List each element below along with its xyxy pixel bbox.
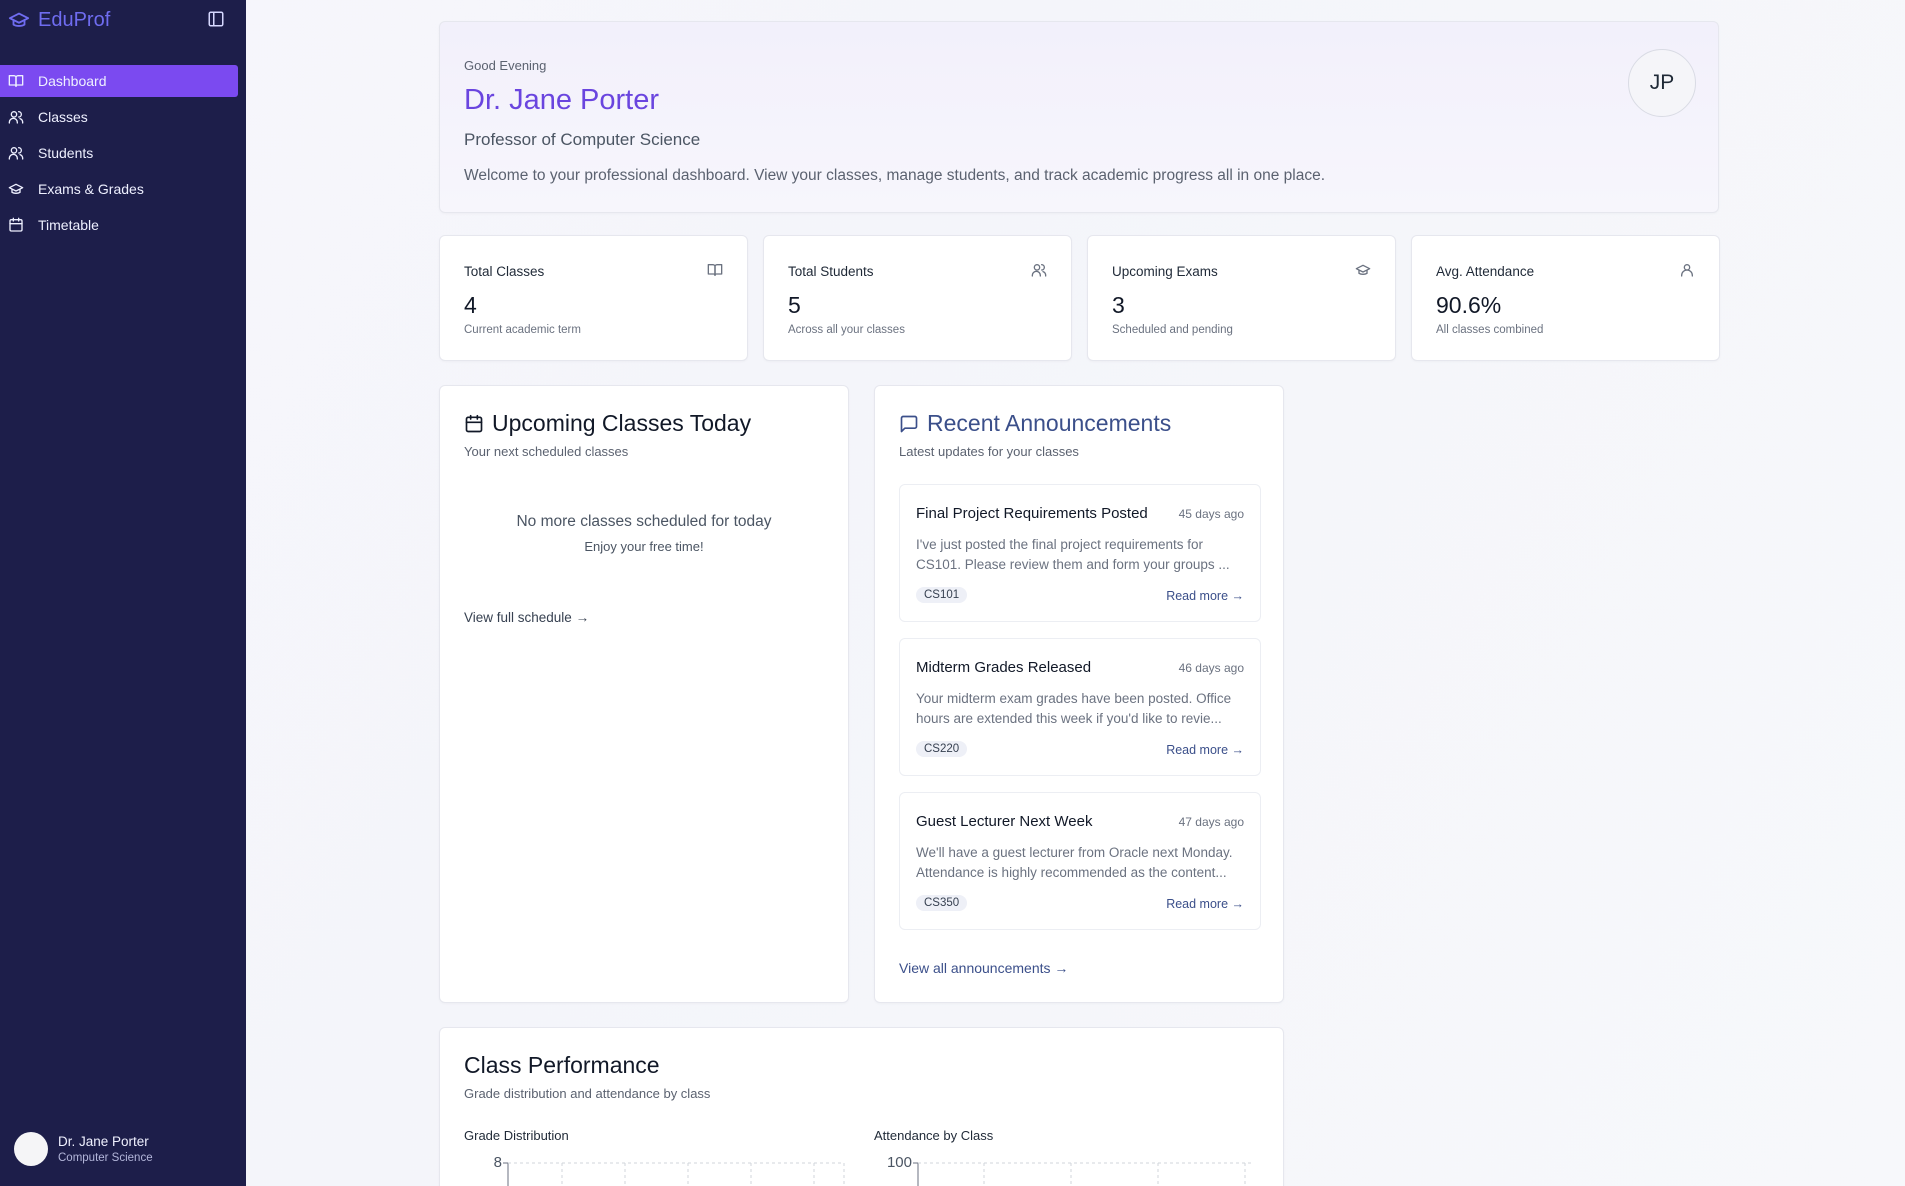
performance-title: Class Performance: [464, 1052, 660, 1078]
class-performance-card: Class Performance Grade distribution and…: [439, 1027, 1284, 1186]
stat-label: Total Students: [788, 264, 874, 279]
announcement-title: Guest Lecturer Next Week: [916, 813, 1093, 830]
user-department: Computer Science: [58, 1152, 153, 1164]
graduation-cap-icon: [8, 12, 30, 27]
welcome-card: Good Evening Dr. Jane Porter Professor o…: [439, 21, 1719, 213]
stat-sub: All classes combined: [1436, 324, 1544, 336]
stat-card-upcoming-exams: Upcoming Exams 3 Scheduled and pending: [1087, 235, 1396, 361]
stat-value: 5: [788, 292, 801, 318]
sidebar-user[interactable]: Dr. Jane Porter Computer Science: [14, 1132, 153, 1166]
avatar[interactable]: JP: [1628, 49, 1696, 117]
sidebar-item-label: Students: [38, 145, 94, 161]
stat-sub: Current academic term: [464, 324, 581, 336]
sidebar-item-label: Exams & Grades: [38, 181, 144, 197]
stat-label: Total Classes: [464, 264, 545, 279]
read-more-link[interactable]: Read more →: [1166, 897, 1244, 911]
sidebar-item-dashboard[interactable]: Dashboard: [0, 65, 238, 97]
stat-card-avg-attendance: Avg. Attendance 90.6% All classes combin…: [1411, 235, 1720, 361]
stat-value: 90.6%: [1436, 292, 1502, 318]
upcoming-title: Upcoming Classes Today: [492, 410, 752, 436]
brand[interactable]: EduProf: [8, 8, 110, 32]
users-icon: [8, 147, 24, 160]
empty-state-sub: Enjoy your free time!: [584, 539, 704, 554]
brand-name: EduProf: [38, 8, 111, 31]
calendar-icon: [465, 414, 483, 432]
panel-title: Recent Announcements: [899, 410, 1171, 437]
announcement-item[interactable]: Guest Lecturer Next Week 47 days ago We'…: [899, 792, 1261, 930]
announcement-item[interactable]: Final Project Requirements Posted 45 day…: [899, 484, 1261, 622]
announcement-item[interactable]: Midterm Grades Released 46 days ago Your…: [899, 638, 1261, 776]
class-tag: CS101: [916, 587, 968, 603]
announcement-title: Midterm Grades Released: [916, 659, 1092, 676]
empty-state-title: No more classes scheduled for today: [516, 513, 772, 530]
view-all-announcements-link[interactable]: View all announcements →: [899, 960, 1068, 976]
sidebar-toggle-button[interactable]: [207, 10, 225, 28]
welcome-text: Welcome to your professional dashboard. …: [464, 167, 1325, 184]
attendance-axis-tick: 100: [887, 1154, 912, 1171]
sidebar: EduProf Dashboard Classes Students Exams…: [0, 0, 246, 1186]
grade-axis-tick: 8: [494, 1154, 502, 1171]
grade-distribution-chart: 8: [494, 1154, 845, 1186]
stat-value: 4: [464, 292, 477, 318]
announcement-title: Final Project Requirements Posted: [916, 505, 1148, 522]
stat-sub: Scheduled and pending: [1112, 324, 1233, 336]
performance-subtitle: Grade distribution and attendance by cla…: [464, 1086, 711, 1101]
announcement-date: 46 days ago: [1178, 661, 1244, 675]
read-more-link[interactable]: Read more →: [1166, 743, 1244, 757]
attendance-chart: 100: [887, 1154, 1254, 1186]
avatar: [14, 1132, 48, 1166]
message-square-icon: [900, 415, 918, 432]
book-open-icon: [707, 264, 723, 276]
sidebar-item-label: Timetable: [38, 217, 99, 233]
user-name: Dr. Jane Porter: [58, 1134, 149, 1149]
grade-distribution-label: Grade Distribution: [464, 1128, 569, 1143]
announcement-date: 45 days ago: [1178, 507, 1244, 521]
announcement-body: I've just posted the final project requi…: [916, 537, 1230, 572]
stat-label: Upcoming Exams: [1112, 264, 1218, 279]
upcoming-subtitle: Your next scheduled classes: [464, 444, 629, 459]
sidebar-item-exams-grades[interactable]: Exams & Grades: [0, 173, 238, 205]
greeting: Good Evening: [464, 58, 547, 73]
users-icon: [1031, 264, 1047, 277]
view-full-schedule-link[interactable]: View full schedule →: [464, 610, 589, 625]
page-title: Dr. Jane Porter: [464, 84, 660, 116]
calendar-icon: [9, 217, 23, 232]
stat-value: 3: [1112, 292, 1125, 318]
attendance-by-class-label: Attendance by Class: [874, 1128, 994, 1143]
announcements-title: Recent Announcements: [927, 410, 1172, 436]
class-tag: CS220: [916, 741, 968, 757]
announcement-body: We'll have a guest lecturer from Oracle …: [916, 845, 1233, 880]
sidebar-nav: Dashboard Classes Students Exams & Grade…: [0, 65, 238, 245]
user-icon: [1681, 264, 1693, 277]
announcements-card: Recent Announcements Latest updates for …: [874, 385, 1284, 1003]
upcoming-classes-card: Upcoming Classes Today Your next schedul…: [439, 385, 849, 1003]
announcements-subtitle: Latest updates for your classes: [899, 444, 1079, 459]
sidebar-item-timetable[interactable]: Timetable: [0, 209, 238, 241]
stat-card-total-students: Total Students 5 Across all your classes: [763, 235, 1072, 361]
panel-left-icon: [208, 11, 224, 27]
read-more-link[interactable]: Read more →: [1166, 589, 1244, 603]
stat-sub: Across all your classes: [788, 324, 905, 336]
stat-label: Avg. Attendance: [1436, 264, 1535, 279]
user-role: Professor of Computer Science: [464, 130, 701, 149]
panel-title: Upcoming Classes Today: [464, 410, 751, 437]
announcement-date: 47 days ago: [1178, 815, 1244, 829]
graduation-cap-icon: [8, 183, 24, 194]
users-icon: [8, 111, 24, 124]
sidebar-item-classes[interactable]: Classes: [0, 101, 238, 133]
class-tag: CS350: [916, 895, 968, 911]
announcement-body: Your midterm exam grades have been poste…: [916, 691, 1232, 726]
graduation-cap-icon: [1355, 264, 1371, 275]
stat-card-total-classes: Total Classes 4 Current academic term: [439, 235, 748, 361]
sidebar-item-label: Classes: [38, 109, 88, 125]
sidebar-item-label: Dashboard: [38, 73, 107, 89]
sidebar-item-students[interactable]: Students: [0, 137, 238, 169]
book-open-icon: [8, 75, 24, 87]
